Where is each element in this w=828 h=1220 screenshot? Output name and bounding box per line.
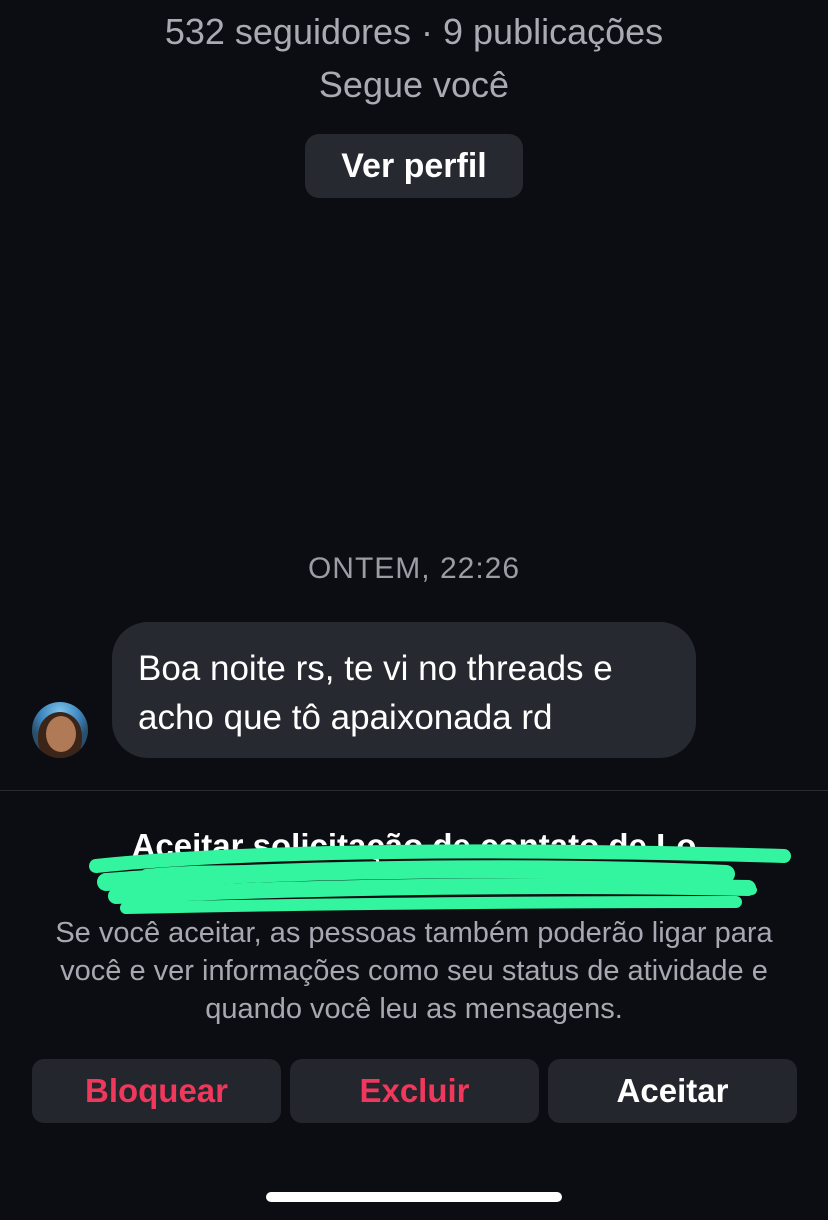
accept-button[interactable]: Aceitar <box>548 1059 797 1123</box>
follows-you-label: Segue você <box>318 64 510 105</box>
profile-stats: 532 seguidores · 9 publicações <box>164 11 664 52</box>
message-line-1: Boa noite rs, te vi no threads e <box>138 649 613 688</box>
delete-button[interactable]: Excluir <box>290 1059 539 1123</box>
redaction-scribble <box>89 844 791 914</box>
request-description: Se você aceitar, as pessoas também poder… <box>55 917 773 1025</box>
message-line-2: acho que tô apaixonada rd <box>138 698 553 737</box>
message-bubble[interactable]: Boa noite rs, te vi no threads e acho qu… <box>112 622 696 758</box>
message-timestamp: ONTEM, 22:26 <box>307 552 521 585</box>
home-indicator[interactable] <box>266 1192 562 1202</box>
divider <box>0 790 828 791</box>
block-button[interactable]: Bloquear <box>32 1059 281 1123</box>
avatar[interactable] <box>32 702 88 758</box>
avatar-face <box>46 716 76 752</box>
view-profile-button[interactable]: Ver perfil <box>305 134 523 198</box>
